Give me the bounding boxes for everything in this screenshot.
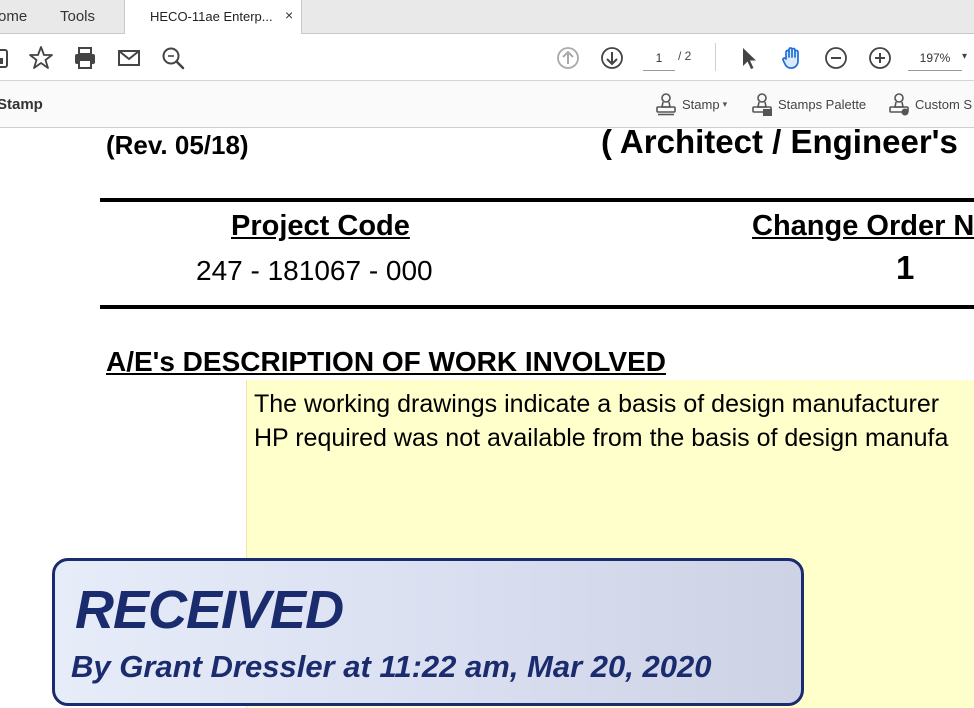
- hand-tool-icon[interactable]: [779, 45, 805, 71]
- tab-bar: ome Tools HECO-11ae Enterp... ×: [0, 0, 974, 34]
- stamps-palette-icon: [752, 93, 772, 116]
- stamp-title: RECEIVED: [75, 580, 344, 640]
- tab-tools[interactable]: Tools: [60, 8, 95, 25]
- next-page-icon[interactable]: [599, 45, 625, 71]
- horizontal-rule: [100, 305, 974, 309]
- custom-stamp-icon: [889, 93, 909, 116]
- email-icon[interactable]: [116, 45, 142, 71]
- stamp-dropdown-button[interactable]: Stamp ▾: [655, 91, 727, 117]
- previous-page-icon[interactable]: [555, 45, 581, 71]
- project-code-label: Project Code: [231, 210, 410, 242]
- architect-engineer-heading: ( Architect / Engineer's: [601, 128, 958, 160]
- page-total: / 2: [678, 49, 692, 63]
- change-order-label: Change Order N: [752, 210, 974, 242]
- description-line: HP required was not available from the b…: [254, 424, 949, 452]
- chevron-down-icon: ▾: [722, 98, 728, 109]
- zoom-in-icon[interactable]: [867, 45, 893, 71]
- toolbar-divider: [715, 43, 716, 71]
- page-number-input[interactable]: [643, 46, 675, 71]
- stamp-icon: [656, 93, 676, 116]
- tab-document-label: HECO-11ae Enterp...: [150, 9, 273, 24]
- received-stamp[interactable]: RECEIVED By Grant Dressler at 11:22 am, …: [52, 558, 804, 706]
- project-code-value: 247 - 181067 - 000: [196, 255, 433, 286]
- horizontal-rule: [100, 198, 974, 202]
- tab-document[interactable]: HECO-11ae Enterp... ×: [124, 0, 302, 34]
- zoom-out-icon[interactable]: [823, 45, 849, 71]
- stamps-palette-label: Stamps Palette: [778, 96, 867, 112]
- stamp-toolbar: Stamp Stamp ▾ Stamps Palette Custom S: [0, 81, 974, 128]
- description-line: The working drawings indicate a basis of…: [254, 390, 940, 418]
- zoom-dropdown-icon[interactable]: ▾: [962, 51, 967, 62]
- save-icon[interactable]: [0, 45, 12, 71]
- custom-stamps-label: Custom S: [915, 96, 973, 112]
- main-toolbar: / 2 ▾: [0, 34, 974, 81]
- tab-home[interactable]: ome: [0, 8, 27, 25]
- stamps-palette-button[interactable]: Stamps Palette: [751, 91, 866, 117]
- change-order-value: 1: [896, 249, 915, 286]
- description-heading: A/E's DESCRIPTION OF WORK INVOLVED: [106, 346, 666, 377]
- stamp-toolbar-title: Stamp: [0, 96, 43, 113]
- stamp-subtitle: By Grant Dressler at 11:22 am, Mar 20, 2…: [71, 649, 712, 684]
- print-icon[interactable]: [72, 45, 98, 71]
- bookmark-star-icon[interactable]: [28, 45, 54, 71]
- stamp-dropdown-label: Stamp: [682, 96, 720, 112]
- select-cursor-icon[interactable]: [735, 45, 761, 71]
- revision-label: (Rev. 05/18): [106, 130, 249, 160]
- zoom-level-input[interactable]: [908, 46, 962, 71]
- close-tab-icon[interactable]: ×: [285, 7, 293, 23]
- search-icon[interactable]: [160, 45, 186, 71]
- custom-stamps-button[interactable]: Custom S: [888, 91, 972, 117]
